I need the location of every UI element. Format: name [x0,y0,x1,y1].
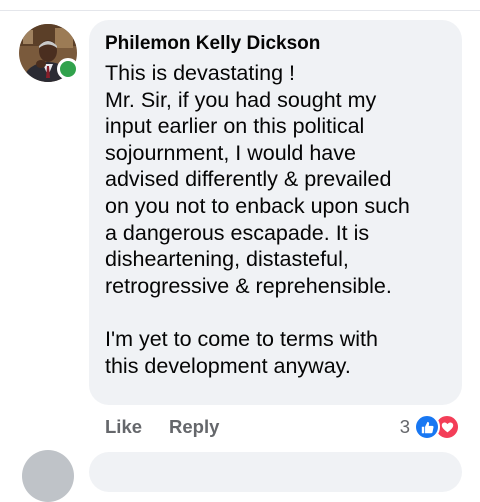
comment-line: a dangerous escapade. It is [105,220,370,245]
comment-line: this development anyway. [105,353,351,378]
next-comment-avatar[interactable] [22,450,74,502]
like-icon [414,414,440,440]
online-status-dot [57,58,79,80]
reply-button[interactable]: Reply [169,416,219,438]
next-comment-bubble [89,452,462,492]
like-button[interactable]: Like [105,416,142,438]
comment-line: disheartening, distasteful, [105,247,349,272]
author-avatar[interactable] [19,24,79,82]
comment-bubble: Philemon Kelly Dickson This is devastati… [89,20,462,405]
comment-actions: Like Reply [105,414,246,440]
author-name[interactable]: Philemon Kelly Dickson [105,33,448,55]
comment-line: retrogressive & reprehensible. [105,273,392,298]
comment-line: Mr. Sir, if you had sought my [105,87,377,112]
comment-line: This is devastating ! [105,61,296,85]
comment-line: input earlier on this political [105,114,365,139]
comment-line: on you not to enback upon such [105,193,410,218]
reaction-summary[interactable]: 3 [400,413,460,441]
comment-body: This is devastating ! Mr. Sir, if you ha… [105,60,448,379]
paragraph-break [105,299,448,326]
reaction-count: 3 [399,416,410,437]
comment-line: I'm yet to come to terms with [105,326,378,351]
divider [0,10,480,11]
comment-line: sojournment, I would have [105,140,356,165]
comment-line: advised differently & prevailed [105,167,392,192]
